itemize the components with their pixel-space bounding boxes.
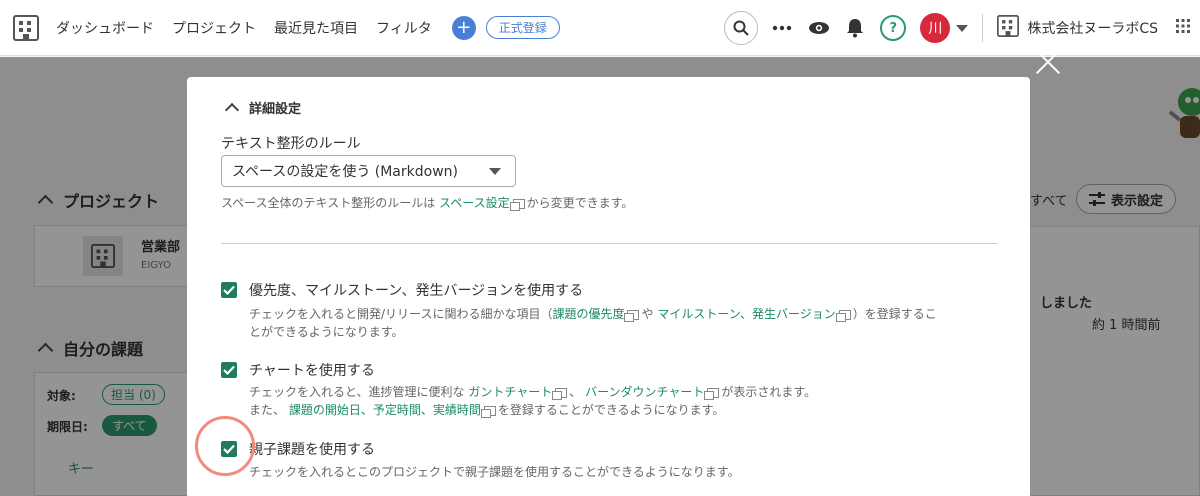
checkmark-icon — [223, 285, 235, 295]
search-icon[interactable] — [724, 11, 759, 45]
more-icon[interactable] — [772, 25, 792, 31]
external-link-icon — [509, 198, 525, 211]
watch-eye-icon[interactable] — [808, 21, 830, 35]
highlight-annotation-circle — [195, 416, 255, 476]
chevron-down-icon[interactable] — [956, 24, 969, 32]
checkmark-icon — [223, 365, 235, 375]
project-settings-modal: 詳細設定 テキスト整形のルール スペースの設定を使う (Markdown) スペ… — [187, 77, 1030, 496]
option-parent-child-desc: チェックを入れるとこのプロジェクトで親子課題を使用することができるようになります… — [249, 465, 740, 479]
register-button[interactable]: 正式登録 — [485, 16, 560, 39]
external-link-icon — [624, 309, 640, 322]
help-icon[interactable]: ? — [880, 15, 907, 41]
text-format-label: テキスト整形のルール — [221, 136, 361, 152]
divider — [221, 243, 997, 244]
add-button[interactable]: + — [451, 15, 476, 40]
notification-bell-icon[interactable] — [846, 18, 864, 38]
burndown-chart-link[interactable]: バーンダウンチャート — [585, 385, 704, 399]
external-link-icon — [552, 387, 568, 400]
checkbox-checked[interactable] — [221, 362, 237, 378]
close-icon[interactable] — [1034, 48, 1062, 76]
chevron-down-icon — [489, 168, 501, 175]
space-settings-link[interactable]: スペース設定 — [439, 196, 510, 210]
divider — [982, 14, 984, 42]
checkbox-checked[interactable] — [221, 282, 237, 298]
nav-filters[interactable]: フィルタ — [376, 18, 432, 38]
external-link-icon — [835, 309, 851, 322]
milestone-version-link[interactable]: マイルストーン、発生バージョン — [657, 307, 835, 321]
text-format-help: スペース全体のテキスト整形のルールは スペース設定 から変更できます。 — [221, 196, 634, 211]
option-priority-milestone[interactable]: 優先度、マイルストーン、発生バージョンを使用する — [221, 280, 583, 300]
nav-dashboard[interactable]: ダッシュボード — [56, 18, 154, 38]
top-navigation-bar: ダッシュボード プロジェクト 最近見た項目 フィルタ + 正式登録 ? 川 株式… — [0, 0, 1200, 56]
option-charts-desc: チェックを入れると、進捗管理に便利な ガントチャート、 バーンダウンチャート が表… — [249, 385, 817, 418]
company-building-icon — [997, 15, 1020, 41]
app-grid-icon[interactable] — [1176, 19, 1190, 37]
space-home-icon[interactable] — [12, 14, 40, 42]
gantt-chart-link[interactable]: ガントチャート — [468, 385, 552, 399]
nav-projects[interactable]: プロジェクト — [172, 18, 256, 38]
advanced-settings-toggle[interactable]: 詳細設定 — [224, 98, 301, 118]
external-link-icon — [480, 405, 496, 418]
issue-dates-times-link[interactable]: 課題の開始日、予定時間、実績時間 — [289, 403, 481, 417]
chevron-up-icon — [224, 102, 240, 118]
text-format-select[interactable]: スペースの設定を使う (Markdown) — [221, 155, 516, 187]
option-charts[interactable]: チャートを使用する — [221, 360, 375, 380]
nav-recent-items[interactable]: 最近見た項目 — [274, 18, 358, 38]
company-name[interactable]: 株式会社ヌーラボCS — [1027, 18, 1158, 38]
option-priority-milestone-desc: チェックを入れると開発/リリースに関わる細かな項目（課題の優先度や マイルストー… — [249, 307, 937, 339]
issue-priority-link[interactable]: 課題の優先度 — [552, 307, 624, 321]
external-link-icon — [704, 387, 720, 400]
user-avatar[interactable]: 川 — [920, 13, 951, 43]
